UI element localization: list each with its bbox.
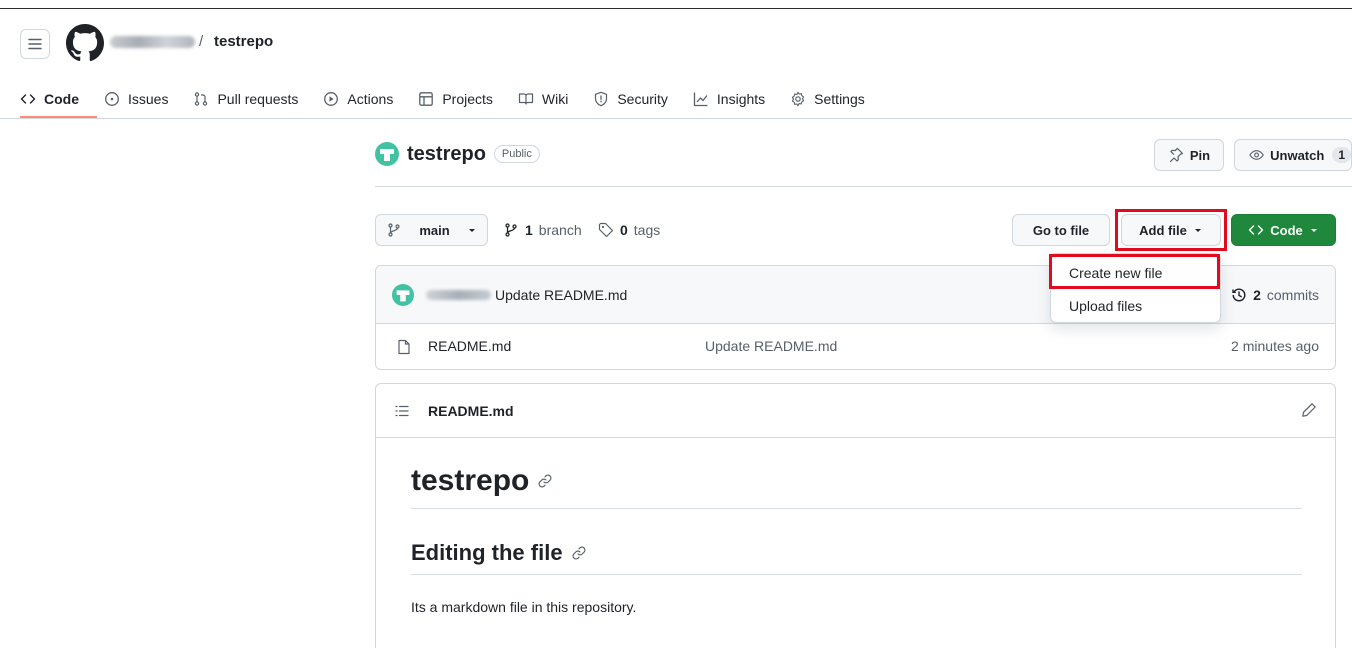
issue-icon: [105, 92, 119, 106]
github-logo-icon[interactable]: [66, 24, 104, 62]
breadcrumb-repo-link[interactable]: testrepo: [214, 33, 273, 50]
file-commit-link[interactable]: Update README.md: [705, 338, 837, 354]
git-branch-icon: [505, 223, 517, 237]
eye-icon: [1249, 150, 1264, 160]
heading-text: Editing the file: [411, 540, 563, 565]
go-to-file-button[interactable]: Go to file: [1012, 214, 1110, 246]
code-button[interactable]: Code: [1231, 214, 1336, 246]
link-icon[interactable]: [537, 473, 553, 489]
tab-security[interactable]: Security: [593, 84, 668, 114]
code-button-label: Code: [1270, 222, 1303, 238]
tab-code[interactable]: Code: [20, 84, 79, 114]
branch-count: 1: [525, 222, 533, 238]
current-branch-label: main: [419, 222, 450, 238]
active-tab-indicator: [20, 116, 97, 118]
identicon-icon: [396, 290, 410, 302]
avatar[interactable]: [392, 284, 414, 306]
gear-icon: [792, 91, 805, 107]
code-icon: [20, 94, 36, 104]
divider: [411, 508, 1302, 509]
shield-icon: [595, 91, 608, 107]
breadcrumb-separator: /: [199, 33, 204, 50]
tab-label: Issues: [128, 91, 169, 107]
unwatch-label: Unwatch: [1270, 147, 1325, 163]
file-name-link[interactable]: README.md: [428, 338, 511, 354]
tab-label: Actions: [347, 91, 394, 107]
file-age: 2 minutes ago: [1231, 338, 1319, 354]
readme-paragraph: Its a markdown file in this repository.: [411, 599, 637, 615]
menu-button[interactable]: [20, 29, 50, 59]
branch-word: branch: [538, 222, 582, 238]
tag-count: 0: [620, 222, 628, 238]
annotation-highlight-create-new-file: [1049, 254, 1220, 289]
readme-header: README.md: [376, 384, 1335, 438]
pencil-icon[interactable]: [1301, 402, 1317, 418]
graph-icon: [693, 92, 708, 107]
list-icon[interactable]: [394, 403, 410, 419]
branches-link[interactable]: 1 branch: [503, 222, 582, 238]
tab-insights[interactable]: Insights: [693, 84, 765, 114]
tab-label: Wiki: [541, 91, 569, 107]
caret-down-icon: [469, 229, 475, 232]
divider: [375, 186, 1352, 187]
table-icon: [419, 92, 434, 106]
avatar[interactable]: [375, 142, 399, 166]
repo-title: testrepo Public: [375, 142, 540, 166]
menu-item-upload-files[interactable]: Upload files: [1069, 298, 1142, 314]
heading-text: testrepo: [411, 464, 530, 497]
readme-panel: README.md testrepo Editing the file Its …: [375, 383, 1336, 648]
pin-icon: [1169, 147, 1183, 163]
pin-label: Pin: [1189, 147, 1211, 163]
readme-heading-1: testrepo: [411, 464, 553, 498]
owner-name-redacted[interactable]: [110, 36, 195, 48]
unwatch-button[interactable]: Unwatch 1: [1234, 139, 1352, 171]
tab-actions[interactable]: Actions: [323, 84, 393, 114]
history-icon: [1232, 288, 1246, 302]
commit-word: commits: [1266, 287, 1319, 303]
git-branch-icon: [388, 223, 400, 237]
divider: [411, 574, 1302, 575]
tab-label: Pull requests: [217, 91, 299, 107]
commit-count: 2: [1253, 287, 1261, 303]
commit-author-redacted[interactable]: [426, 290, 491, 300]
readme-heading-2: Editing the file: [411, 540, 587, 566]
code-icon: [1249, 225, 1264, 235]
tag-word: tags: [633, 222, 661, 238]
commits-history-link[interactable]: 2 commits: [1231, 287, 1319, 303]
repo-header: / testrepo Code Issues Pull requests Act…: [0, 9, 1352, 119]
file-icon: [398, 339, 410, 355]
tab-label: Projects: [442, 91, 493, 107]
tab-settings[interactable]: Settings: [790, 84, 865, 114]
book-icon: [518, 93, 534, 105]
tab-label: Security: [617, 91, 668, 107]
tab-label: Insights: [716, 91, 766, 107]
tags-link[interactable]: 0 tags: [598, 222, 660, 238]
annotation-highlight-add-file: [1115, 209, 1227, 251]
play-icon: [324, 92, 339, 106]
tab-pull-requests[interactable]: Pull requests: [193, 84, 298, 114]
link-icon[interactable]: [571, 545, 587, 561]
repo-nav-tabs: Code Issues Pull requests Actions Projec…: [20, 84, 890, 114]
watch-counter: 1: [1332, 147, 1351, 163]
repo-name[interactable]: testrepo: [407, 143, 486, 166]
caret-down-icon: [1310, 229, 1317, 232]
identicon-icon: [380, 149, 394, 161]
tab-projects[interactable]: Projects: [418, 84, 493, 114]
pull-request-icon: [195, 92, 208, 106]
branch-select-button[interactable]: main: [375, 214, 488, 246]
pin-button[interactable]: Pin: [1154, 139, 1224, 171]
tab-issues[interactable]: Issues: [104, 84, 168, 114]
tab-label: Code: [44, 91, 79, 107]
tag-icon: [598, 222, 614, 238]
readme-file-name[interactable]: README.md: [428, 403, 514, 419]
hamburger-icon: [28, 38, 42, 50]
table-row[interactable]: README.md Update README.md 2 minutes ago: [376, 324, 1335, 370]
latest-commit-message[interactable]: Update README.md: [495, 287, 627, 303]
visibility-badge: Public: [493, 145, 540, 163]
tab-wiki[interactable]: Wiki: [518, 84, 568, 114]
tab-label: Settings: [814, 91, 865, 107]
